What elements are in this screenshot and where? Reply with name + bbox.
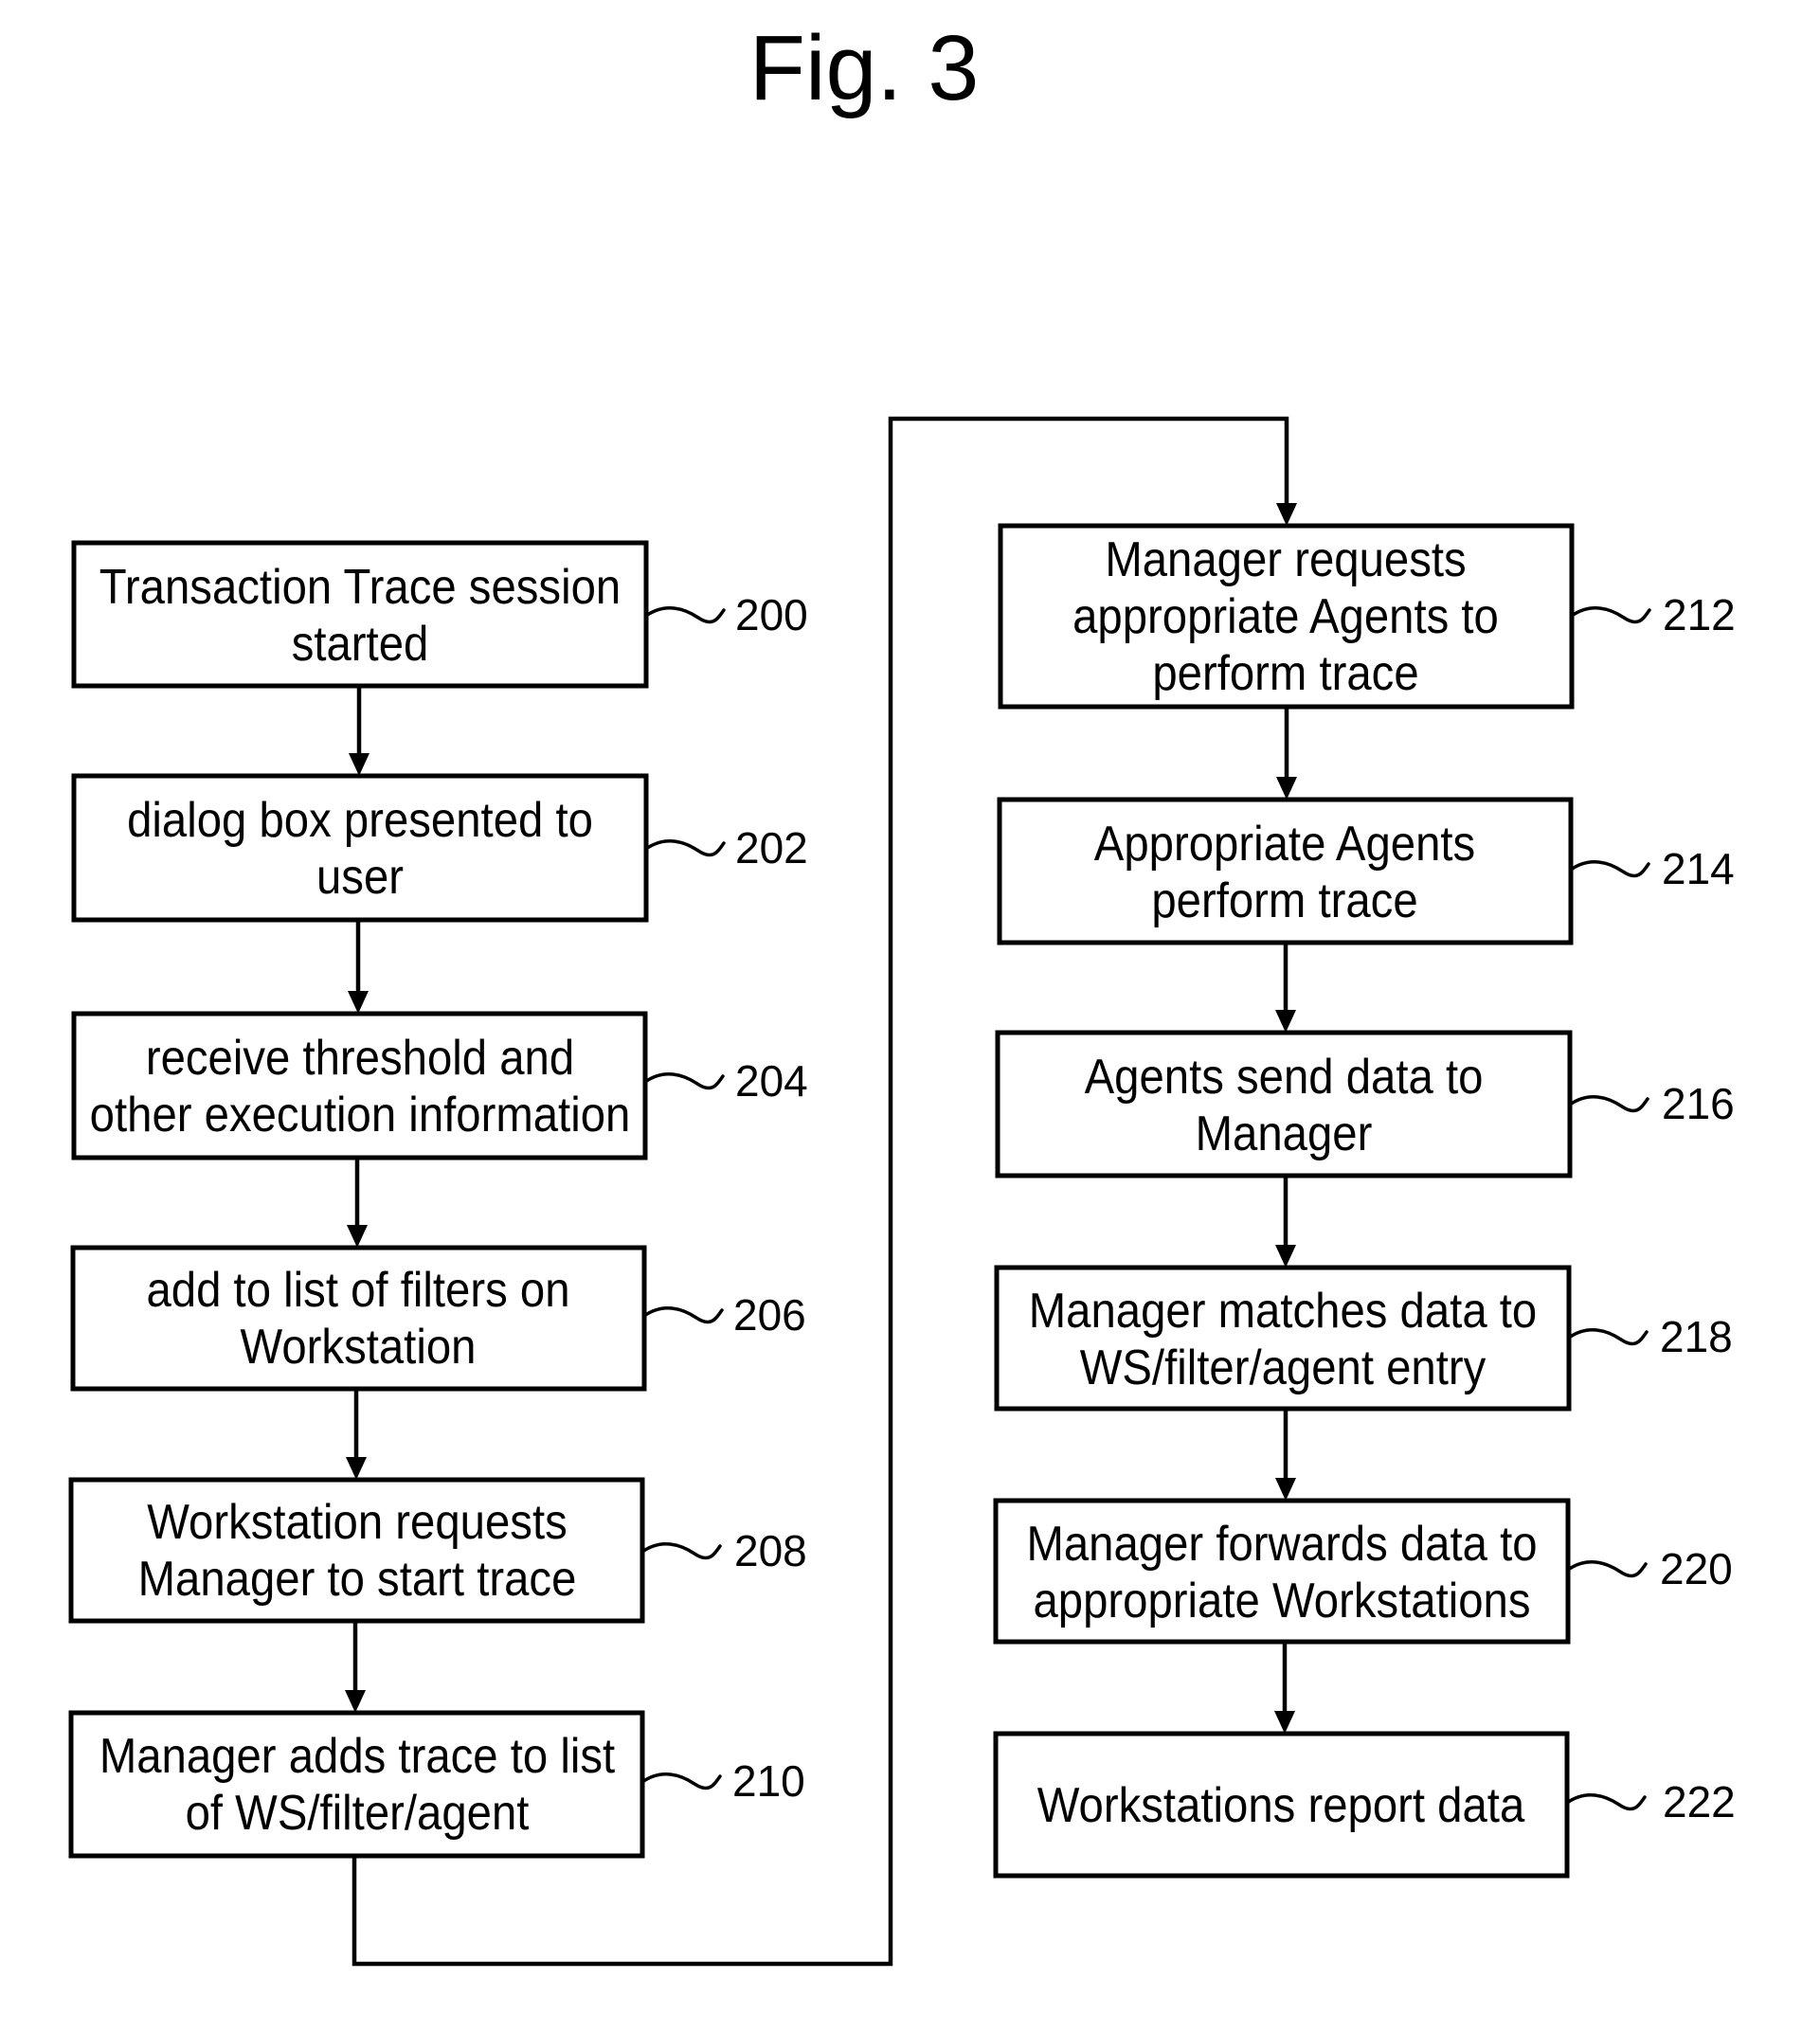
step-text-line: of WS/filter/agent bbox=[186, 1785, 530, 1841]
reference-number: 200 bbox=[735, 590, 808, 639]
reference-number: 210 bbox=[732, 1756, 805, 1806]
reference-number: 212 bbox=[1663, 590, 1736, 639]
step-text-line: Transaction Trace session bbox=[99, 559, 621, 615]
figure-title: Fig. 3 bbox=[749, 16, 980, 119]
step-text-line: Workstations report data bbox=[1037, 1777, 1525, 1833]
step-text-line: Workstation bbox=[241, 1319, 477, 1375]
step-text-line: Manager adds trace to list bbox=[99, 1728, 616, 1784]
step-text-line: perform trace bbox=[1151, 873, 1417, 928]
step-text-line: user bbox=[316, 849, 404, 905]
reference-number: 214 bbox=[1662, 844, 1735, 893]
reference-number: 208 bbox=[734, 1526, 807, 1575]
step-text-line: Manager matches data to bbox=[1029, 1283, 1537, 1339]
step-text-line: appropriate Agents to bbox=[1072, 588, 1499, 644]
reference-number: 220 bbox=[1660, 1544, 1733, 1593]
flowchart-figure: Fig. 3 Transaction Trace session started… bbox=[0, 0, 1820, 2033]
reference-number: 204 bbox=[735, 1056, 808, 1106]
step-text-line: dialog box presented to bbox=[127, 792, 593, 848]
reference-number: 216 bbox=[1662, 1079, 1735, 1128]
step-text-line: Manager forwards data to bbox=[1026, 1516, 1537, 1572]
step-text-line: Manager to start trace bbox=[138, 1551, 577, 1607]
reference-number: 218 bbox=[1660, 1312, 1733, 1361]
step-text-line: Manager bbox=[1196, 1106, 1373, 1161]
step-text-line: WS/filter/agent entry bbox=[1080, 1340, 1487, 1395]
step-text-line: Appropriate Agents bbox=[1094, 816, 1475, 872]
step-text-line: perform trace bbox=[1152, 645, 1418, 701]
step-text-line: Agents send data to bbox=[1085, 1049, 1484, 1105]
step-text-line: started bbox=[292, 616, 429, 672]
reference-number: 202 bbox=[735, 823, 808, 873]
reference-number: 206 bbox=[733, 1290, 806, 1340]
step-text-line: receive threshold and bbox=[146, 1030, 574, 1086]
step-text-line: other execution information bbox=[90, 1087, 631, 1142]
step-text-line: appropriate Workstations bbox=[1033, 1573, 1530, 1628]
step-text-line: Manager requests bbox=[1105, 531, 1466, 587]
step-text-line: Workstation requests bbox=[147, 1494, 568, 1550]
step-text-line: add to list of filters on bbox=[146, 1262, 569, 1318]
reference-number: 222 bbox=[1663, 1777, 1736, 1826]
